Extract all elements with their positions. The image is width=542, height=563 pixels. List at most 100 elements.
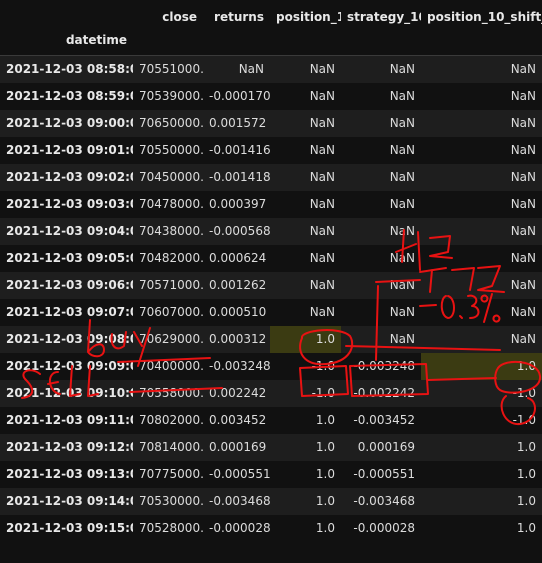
cell-returns: 0.000169 xyxy=(209,440,267,454)
cell-strategy-10: NaN xyxy=(389,305,415,319)
row-index-datetime: 2021-12-03 09:07:00 xyxy=(6,305,133,319)
cell-position-10: 1.0 xyxy=(315,494,335,508)
table-row: 2021-12-03 09:15:00 70528000.0 -0.000028 1.… xyxy=(0,514,542,542)
cell-position-10: -1.0 xyxy=(311,386,335,400)
table-body: 2021-12-03 08:58:00 70551000.0 NaN NaN NaN Na… xyxy=(0,55,542,542)
row-index-datetime: 2021-12-03 09:15:00 xyxy=(6,521,133,535)
cell-position-10-shift-1: -1.0 xyxy=(512,386,536,400)
table-row: 2021-12-03 09:00:00 70650000.0 0.001572 NaN… xyxy=(0,109,542,137)
cell-position-10-shift-1: NaN xyxy=(510,197,536,211)
cell-strategy-10: NaN xyxy=(389,251,415,265)
row-index-datetime: 2021-12-03 09:05:00 xyxy=(6,251,133,265)
table-row: 2021-12-03 09:11:00 70802000.0 0.003452 1.0… xyxy=(0,406,542,434)
row-index-datetime: 2021-12-03 09:14:00 xyxy=(6,494,133,508)
cell-returns: 0.001262 xyxy=(209,278,267,292)
row-index-datetime: 2021-12-03 09:13:00 xyxy=(6,467,133,481)
table-header: close returns position_10 strategy_10 po… xyxy=(0,0,542,56)
cell-position-10-shift-1: 1.0 xyxy=(516,440,536,454)
row-index-datetime: 2021-12-03 08:59:00 xyxy=(6,89,133,103)
cell-close: 70528000.0 xyxy=(139,521,203,535)
empty-header-cell xyxy=(203,33,270,56)
cell-position-10-shift-1: 1.0 xyxy=(516,494,536,508)
table-row: 2021-12-03 09:05:00 70482000.0 0.000624 NaN… xyxy=(0,244,542,272)
cell-returns: 0.000397 xyxy=(209,197,267,211)
cell-returns: -0.000028 xyxy=(209,521,270,535)
cell-returns: -0.001416 xyxy=(209,143,270,157)
cell-position-10: 1.0 xyxy=(315,467,335,481)
cell-close: 70629000.0 xyxy=(139,332,203,346)
cell-position-10: NaN xyxy=(309,197,335,211)
index-name-header: datetime xyxy=(0,33,133,56)
row-index-datetime: 2021-12-03 09:12:00 xyxy=(6,440,133,454)
cell-returns: 0.003452 xyxy=(209,413,267,427)
cell-position-10: NaN xyxy=(309,251,335,265)
table-row: 2021-12-03 09:09:00 70400000.0 -0.003248 -1… xyxy=(0,352,542,380)
cell-strategy-10: NaN xyxy=(389,62,415,77)
cell-returns: -0.003248 xyxy=(209,359,270,373)
cell-returns: -0.001418 xyxy=(209,170,270,184)
table-row: 2021-12-03 08:58:00 70551000.0 NaN NaN NaN Na… xyxy=(0,55,542,83)
cell-close: 70775000.0 xyxy=(139,467,203,481)
cell-returns: 0.001572 xyxy=(209,116,267,130)
table-row: 2021-12-03 09:04:00 70438000.0 -0.000568 Na… xyxy=(0,217,542,245)
column-header-row: close returns position_10 strategy_10 po… xyxy=(0,0,542,33)
cell-close: 70530000.0 xyxy=(139,494,203,508)
cell-position-10-shift-1: NaN xyxy=(510,143,536,157)
cell-position-10: NaN xyxy=(309,224,335,238)
row-index-datetime: 2021-12-03 09:09:00 xyxy=(6,359,133,373)
cell-position-10-shift-1: NaN xyxy=(510,89,536,103)
row-index-datetime: 2021-12-03 09:03:00 xyxy=(6,197,133,211)
cell-strategy-10: -0.003468 xyxy=(353,494,415,508)
cell-position-10: 1.0 xyxy=(315,440,335,454)
table-row: 2021-12-03 09:06:00 70571000.0 0.001262 NaN… xyxy=(0,271,542,299)
index-name-row: datetime xyxy=(0,33,542,56)
cell-returns: -0.003468 xyxy=(209,494,270,508)
cell-position-10-shift-1: -1.0 xyxy=(512,413,536,427)
row-index-datetime: 2021-12-03 09:06:00 xyxy=(6,278,133,292)
cell-position-10-shift-1: NaN xyxy=(510,224,536,238)
row-index-datetime: 2021-12-03 09:08:00 xyxy=(6,332,133,346)
cell-strategy-10: NaN xyxy=(389,332,415,346)
column-header: strategy_10 xyxy=(347,9,421,24)
cell-position-10: NaN xyxy=(309,143,335,157)
cell-returns: -0.000551 xyxy=(209,467,270,481)
table-row: 2021-12-03 08:59:00 70539000.0 -0.000170 Na… xyxy=(0,82,542,110)
cell-position-10-shift-1: NaN xyxy=(510,62,536,77)
cell-strategy-10: NaN xyxy=(389,170,415,184)
cell-close: 70478000.0 xyxy=(139,197,203,211)
cell-close: 70558000.0 xyxy=(139,386,203,400)
cell-close: 70450000.0 xyxy=(139,170,203,184)
index-corner-cell xyxy=(0,0,133,33)
cell-returns: 0.000624 xyxy=(209,251,267,265)
cell-close: 70650000.0 xyxy=(139,116,203,130)
cell-close: 70482000.0 xyxy=(139,251,203,265)
cell-strategy-10: -0.003248 xyxy=(353,359,415,373)
cell-strategy-10: NaN xyxy=(389,89,415,103)
cell-strategy-10: NaN xyxy=(389,116,415,130)
cell-strategy-10: -0.003452 xyxy=(353,413,415,427)
table-row: 2021-12-03 09:07:00 70607000.0 0.000510 NaN… xyxy=(0,298,542,326)
cell-position-10: NaN xyxy=(309,305,335,319)
table-row: 2021-12-03 09:14:00 70530000.0 -0.003468 1.… xyxy=(0,487,542,515)
cell-returns: -0.000170 xyxy=(209,89,270,103)
cell-strategy-10: NaN xyxy=(389,143,415,157)
cell-strategy-10: -0.000028 xyxy=(353,521,415,535)
cell-position-10: 1.0 xyxy=(270,325,341,353)
cell-position-10-shift-1: 1.0 xyxy=(516,467,536,481)
row-index-datetime: 2021-12-03 09:10:00 xyxy=(6,386,133,400)
cell-close: 70550000.0 xyxy=(139,143,203,157)
dataframe-table: close returns position_10 strategy_10 po… xyxy=(0,0,542,542)
empty-header-cell xyxy=(133,33,203,56)
cell-position-10: -1.0 xyxy=(311,359,335,373)
cell-returns: 0.002242 xyxy=(209,386,267,400)
column-header: position_10_shift_1 xyxy=(427,9,542,24)
cell-position-10: NaN xyxy=(309,89,335,103)
cell-close: 70539000.0 xyxy=(139,89,203,103)
row-index-datetime: 2021-12-03 08:58:00 xyxy=(6,62,133,77)
cell-close: 70551000.0 xyxy=(139,62,203,77)
cell-strategy-10: NaN xyxy=(389,224,415,238)
cell-close: 70802000.0 xyxy=(139,413,203,427)
cell-strategy-10: -0.002242 xyxy=(353,386,415,400)
table-row: 2021-12-03 09:01:00 70550000.0 -0.001416 Na… xyxy=(0,136,542,164)
cell-position-10-shift-1: NaN xyxy=(510,332,536,346)
